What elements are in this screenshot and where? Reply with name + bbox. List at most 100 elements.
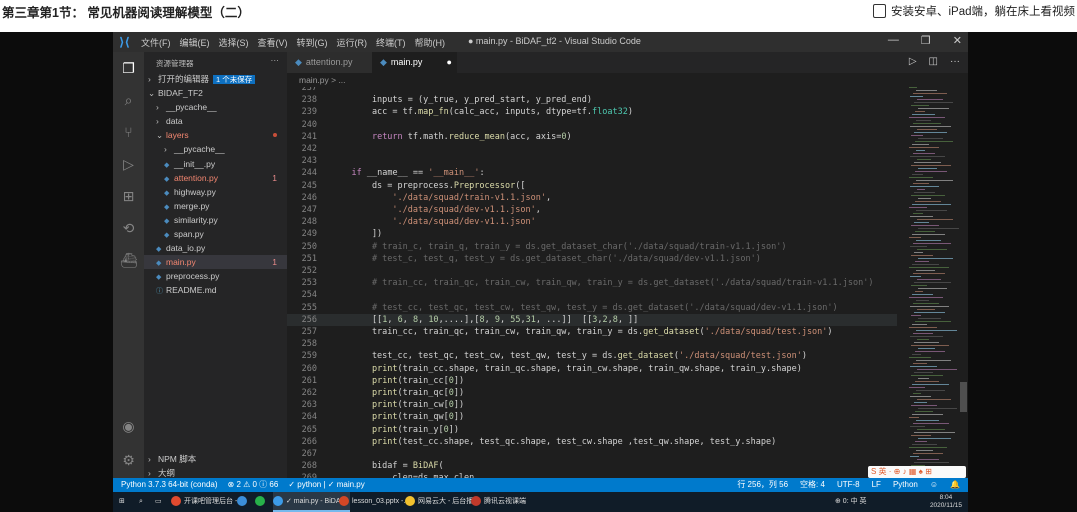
tree-file[interactable]: ◆ similarity.py [144,213,287,227]
code-line[interactable]: 261 print(train_cc[0]) [287,375,897,387]
language-mode[interactable]: Python [893,478,918,492]
tree-file[interactable]: ◆ highway.py [144,185,287,199]
tree-file[interactable]: ◆ __init__.py [144,157,287,171]
tree-file[interactable]: ⓘ README.md [144,283,287,297]
code-line[interactable]: 245 ds = preprocess.Preprocessor([ [287,180,897,192]
code-line[interactable]: 247 './data/squad/dev-v1.1.json', [287,204,897,216]
app-download-link[interactable]: 安装安卓、iPad端，躺在床上看视频 [872,3,1075,19]
tab-attention[interactable]: ◆ attention.py [287,52,372,73]
code-line[interactable]: 244 if __name__ == '__main__': [287,167,897,179]
code-line[interactable]: 248 './data/squad/dev-v1.1.json' [287,216,897,228]
more-actions-icon[interactable]: ··· [271,55,280,65]
tree-folder[interactable]: › data [144,114,287,128]
taskbar-app[interactable] [237,492,254,512]
menu-item[interactable]: 终端(T) [376,36,406,49]
code-line[interactable]: 263 print(train_cw[0]) [287,399,897,411]
code-line[interactable]: 262 print(train_qc[0]) [287,387,897,399]
run-icon[interactable]: ▷ [909,56,917,67]
taskbar-app[interactable] [255,492,272,512]
python-interpreter[interactable]: Python 3.7.3 64-bit (conda) [121,478,218,492]
code-line[interactable]: 268 bidaf = BiDAF( [287,460,897,472]
code-line[interactable]: 241 return tf.math.reduce_mean(acc, axis… [287,131,897,143]
menu-item[interactable]: 转到(G) [297,36,328,49]
code-line[interactable]: 243 [287,155,897,167]
eol[interactable]: LF [872,478,881,492]
menu-item[interactable]: 选择(S) [219,36,249,49]
code-editor[interactable]: 237 238 inputs = (y_true, y_pred_start, y… [287,87,897,478]
scrollbar[interactable] [960,382,967,412]
feedback-icon[interactable]: ☺ [930,478,938,492]
breadcrumb[interactable]: main.py > ... [287,73,968,87]
cursor-position[interactable]: 行 256，列 56 [737,478,788,492]
code-line[interactable]: 238 inputs = (y_true, y_pred_start, y_pr… [287,94,897,106]
code-line[interactable]: 237 [287,87,897,94]
extensions-icon[interactable]: ⊞ [120,188,137,205]
problems-count[interactable]: ⊗ 2 ⚠ 0 ⓘ 66 [228,478,279,492]
code-line[interactable]: 256 [[1, 6, 8, 10,....],[8, 9, 55,31, ..… [287,313,897,326]
minimize-icon[interactable]: — [888,34,899,47]
code-line[interactable]: 257 train_cc, train_qc, train_cw, train_… [287,326,897,338]
unsaved-dot-icon[interactable]: ● [446,57,451,67]
menu-item[interactable]: 运行(R) [337,36,368,49]
tree-folder[interactable]: › __pycache__ [144,100,287,114]
tree-file[interactable]: ◆ attention.py 1 [144,171,287,185]
explorer-icon[interactable]: ❐ [120,60,137,77]
code-line[interactable]: 267 [287,448,897,460]
open-editors-section[interactable]: › 打开的编辑器 1 个未保存 [144,72,287,86]
code-line[interactable]: 255 # test_cc, test_qc, test_cw, test_qw… [287,302,897,314]
python-tag[interactable]: ✓ python | ✓ main.py [288,478,364,492]
npm-scripts-section[interactable]: › NPM 脚本 [144,452,287,466]
settings-gear-icon[interactable]: ⚙ [120,452,137,469]
remote-icon[interactable]: ⟲ [120,220,137,237]
menu-item[interactable]: 文件(F) [141,36,171,49]
code-line[interactable]: 264 print(train_qw[0]) [287,411,897,423]
code-line[interactable]: 249 ]) [287,228,897,240]
tree-folder[interactable]: ⌄ layers [144,128,287,142]
start-button[interactable]: ⊞ [119,492,125,512]
tree-folder[interactable]: ⌄ BIDAF_TF2 [144,86,287,100]
code-line[interactable]: 259 test_cc, test_qc, test_cw, test_qw, … [287,350,897,362]
taskbar-app[interactable]: 网易云大 - 后台播 [405,492,477,512]
tab-main[interactable]: ◆ main.py ● [372,52,457,73]
task-view-icon[interactable]: ▭ [155,492,162,512]
menu-item[interactable]: 查看(V) [258,36,288,49]
code-line[interactable]: 254 [287,289,897,301]
code-line[interactable]: 253 # train_cc, train_qc, train_cw, trai… [287,277,897,289]
clock[interactable]: 8:04 2020/11/15 [930,494,962,510]
split-editor-icon[interactable]: ◫ [929,56,938,67]
ime-toolbar[interactable]: S 英 · ⊕ ♪ ▦ ♠ ⊞ [868,466,966,478]
taskbar-app[interactable]: lesson_03.pptx -... [339,492,413,512]
code-line[interactable]: 266 print(test_cc.shape, test_qc.shape, … [287,436,897,448]
taskbar-search-icon[interactable]: ⌕ [139,492,143,512]
encoding[interactable]: UTF-8 [837,478,860,492]
tree-file[interactable]: ◆ span.py [144,227,287,241]
minimap[interactable] [907,87,962,478]
search-icon[interactable]: ⌕ [120,92,137,109]
notifications-icon[interactable]: 🔔 [950,478,960,492]
tree-folder[interactable]: › __pycache__ [144,142,287,156]
video-player[interactable]: ⟩⟨ 文件(F) 编辑(E) 选择(S) 查看(V) 转到(G) 运行(R) 终端(T) 帮助… [0,32,1077,512]
menu-item[interactable]: 帮助(H) [415,36,446,49]
tree-file[interactable]: ◆ main.py 1 [144,255,287,270]
tree-file[interactable]: ◆ data_io.py [144,241,287,255]
code-line[interactable]: 239 acc = tf.map_fn(calc_acc, inputs, dt… [287,106,897,118]
tree-file[interactable]: ◆ merge.py [144,199,287,213]
code-line[interactable]: 260 print(train_cc.shape, train_qc.shape… [287,363,897,375]
menu-item[interactable]: 编辑(E) [180,36,210,49]
maximize-icon[interactable]: ❐ [921,34,931,47]
taskbar-app[interactable]: 开课吧管理后台 -... [171,492,247,512]
code-line[interactable]: 252 [287,265,897,277]
tree-file[interactable]: ◆ preprocess.py [144,269,287,283]
docker-icon[interactable]: ⛴ [120,252,138,269]
code-line[interactable]: 240 [287,119,897,131]
code-line[interactable]: 246 './data/squad/train-v1.1.json', [287,192,897,204]
code-line[interactable]: 251 # test_c, test_q, test_y = ds.get_da… [287,253,897,265]
taskbar-app[interactable]: 腾讯云视课端 [471,492,530,512]
account-icon[interactable]: ◉ [120,418,137,435]
code-line[interactable]: 250 # train_c, train_q, train_y = ds.get… [287,241,897,253]
system-tray[interactable]: ⊕ 0: 中 英 [835,492,867,512]
close-icon[interactable]: ✕ [953,34,962,47]
code-line[interactable]: 265 print(train_y[0]) [287,424,897,436]
run-debug-icon[interactable]: ▷ [120,156,137,173]
code-line[interactable]: 242 [287,143,897,155]
